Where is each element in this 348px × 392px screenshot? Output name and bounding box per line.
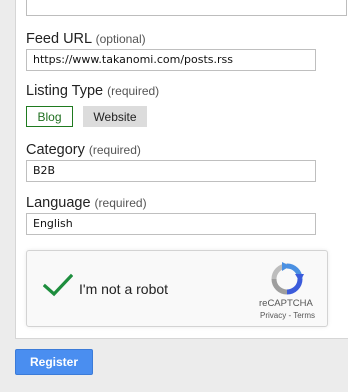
category-qualifier: (required) (88, 143, 141, 157)
feed-url-input[interactable]: https://www.takanomi.com/posts.rss (26, 49, 316, 71)
language-label: Language (required) (26, 195, 147, 211)
terms-link[interactable]: Terms (293, 311, 315, 320)
listing-type-website-option[interactable]: Website (83, 106, 147, 127)
register-button[interactable]: Register (15, 349, 93, 375)
recaptcha-logo-icon (271, 262, 304, 295)
category-input[interactable]: B2B (26, 160, 316, 182)
checkmark-icon[interactable] (43, 273, 73, 297)
language-qualifier: (required) (94, 196, 147, 210)
language-input[interactable]: English (26, 213, 316, 235)
recaptcha-links: Privacy - Terms (260, 311, 315, 320)
previous-input-field[interactable] (26, 0, 347, 16)
links-separator: - (288, 311, 292, 320)
feed-url-qualifier: (optional) (95, 32, 146, 46)
privacy-link[interactable]: Privacy (260, 311, 286, 320)
recaptcha-brand: reCAPTCHA (259, 298, 313, 309)
listing-type-blog-option[interactable]: Blog (26, 106, 73, 127)
category-label: Category (required) (26, 142, 141, 158)
feed-url-label: Feed URL (optional) (26, 31, 146, 47)
recaptcha-widget: I'm not a robot reCAPTCHA Privacy - Term… (26, 250, 328, 327)
listing-type-qualifier: (required) (107, 84, 160, 98)
not-a-robot-label: I'm not a robot (79, 281, 169, 297)
listing-type-label: Listing Type (required) (26, 83, 160, 99)
